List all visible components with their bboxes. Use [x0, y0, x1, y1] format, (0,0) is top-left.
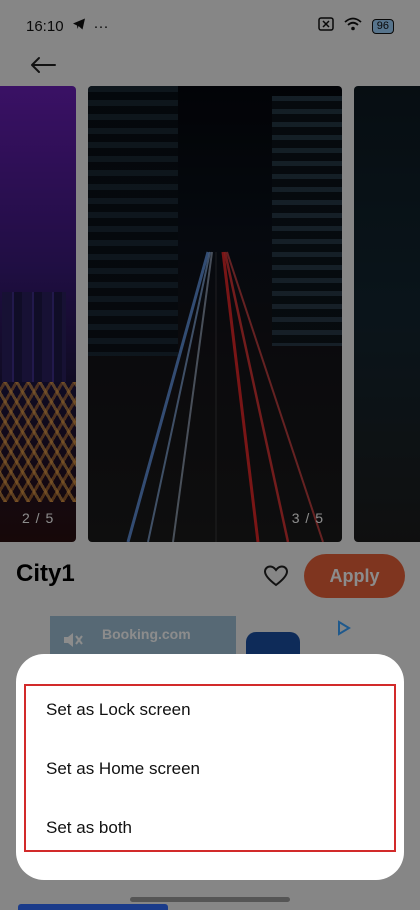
option-lock-screen[interactable]: Set as Lock screen	[46, 700, 191, 720]
option-home-screen[interactable]: Set as Home screen	[46, 759, 200, 779]
option-both[interactable]: Set as both	[46, 818, 132, 838]
underlying-bottom-button	[18, 904, 168, 910]
options-highlight-box: Set as Lock screen Set as Home screen Se…	[24, 684, 396, 852]
gesture-nav-handle[interactable]	[130, 897, 290, 902]
set-wallpaper-sheet: Set as Lock screen Set as Home screen Se…	[16, 654, 404, 880]
